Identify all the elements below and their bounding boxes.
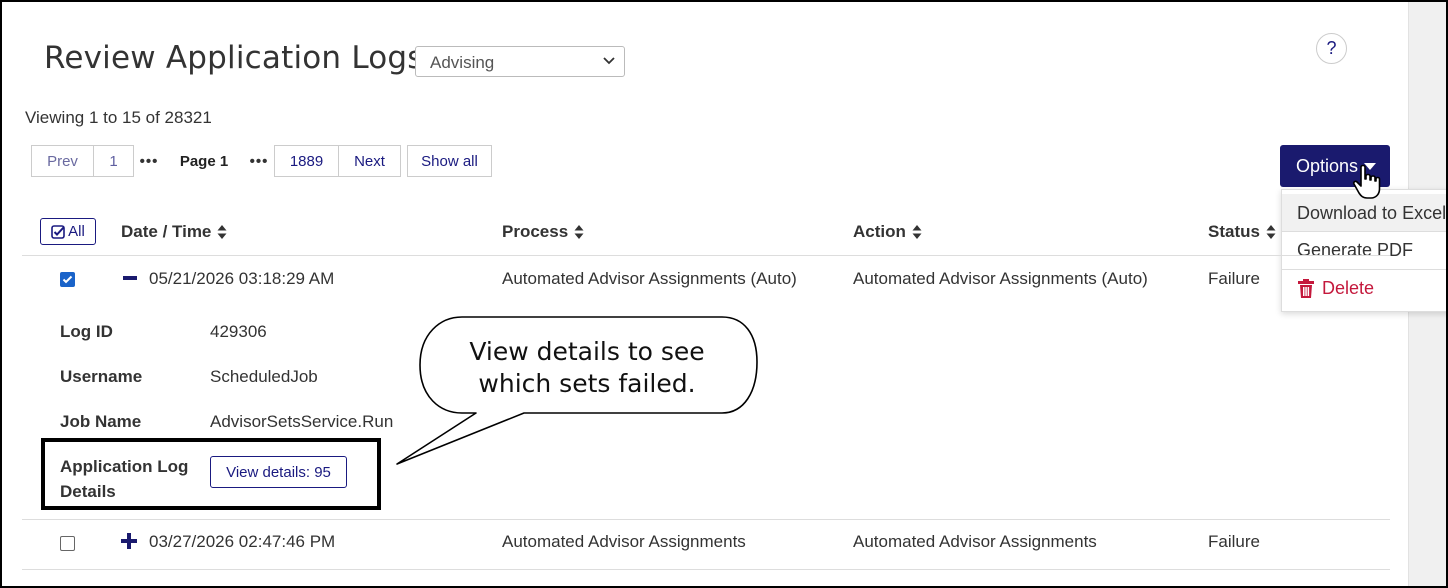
first-page-button[interactable]: 1 (94, 145, 134, 177)
options-menu: Download to Excel Generate PDF Delete (1281, 189, 1447, 312)
next-page-button[interactable]: Next (339, 145, 401, 177)
last-page-button[interactable]: 1889 (274, 145, 339, 177)
category-select[interactable]: Advising (415, 46, 625, 77)
viewing-count: Viewing 1 to 15 of 28321 (25, 108, 212, 127)
row-datetime: 05/21/2026 03:18:29 AM (149, 269, 335, 288)
current-page-label: Page 1 (179, 152, 229, 170)
row-status: Failure (1208, 532, 1260, 551)
row-status: Failure (1208, 269, 1260, 288)
page-title: Review Application Logs (44, 40, 424, 76)
row-divider (22, 569, 1390, 570)
collapse-minus-icon[interactable] (123, 271, 137, 285)
chevron-down-icon (603, 57, 615, 65)
select-all-label: All (68, 223, 85, 240)
column-header-datetime[interactable]: Date / Time (121, 222, 227, 242)
detail-value-username: ScheduledJob (210, 367, 318, 386)
detail-label-username: Username (60, 367, 143, 386)
pagination: Prev 1 ••• Page 1 ••• 1889 Next (31, 145, 401, 177)
row-action: Automated Advisor Assignments (853, 532, 1097, 551)
row-action: Automated Advisor Assignments (Auto) (853, 269, 1148, 288)
menu-item-delete[interactable]: Delete (1282, 269, 1446, 307)
menu-item-label: Download to Excel (1297, 202, 1447, 223)
callout-text: View details to see which sets failed. (422, 336, 752, 400)
callout-line-1: View details to see (469, 337, 705, 366)
menu-item-label: Delete (1322, 278, 1375, 298)
row-divider (22, 519, 1390, 520)
sort-icon (574, 225, 584, 239)
menu-item-label: Generate PDF (1297, 240, 1414, 260)
column-header-label: Process (502, 222, 569, 241)
row-process: Automated Advisor Assignments (Auto) (502, 269, 797, 288)
detail-label-log-id: Log ID (60, 322, 113, 341)
callout-line-2: which sets failed. (478, 369, 696, 398)
prev-page-button[interactable]: Prev (31, 145, 94, 177)
hand-cursor-icon (1352, 164, 1381, 199)
detail-label-job-name: Job Name (60, 412, 142, 431)
checkbox-checked-icon (51, 224, 65, 239)
app-frame: Review Application Logs Advising ? Viewi… (0, 0, 1448, 588)
sort-icon (217, 225, 227, 239)
row-checkbox-unchecked[interactable] (60, 536, 75, 551)
expand-plus-icon[interactable] (121, 533, 137, 549)
category-select-value: Advising (430, 53, 495, 72)
sort-icon (1266, 225, 1276, 239)
pager-ellipsis-left: ••• (139, 152, 159, 170)
annotation-highlight-box (41, 438, 381, 510)
detail-value-log-id: 429306 (210, 322, 267, 341)
column-header-label: Date / Time (121, 222, 212, 241)
detail-value-job-name: AdvisorSetsService.Run (210, 412, 394, 431)
column-header-label: Action (853, 222, 906, 241)
row-process: Automated Advisor Assignments (502, 532, 746, 551)
menu-item-generate-pdf[interactable]: Generate PDF (1282, 231, 1446, 269)
row-checkbox-checked[interactable] (60, 272, 75, 287)
column-header-action[interactable]: Action (853, 222, 922, 242)
select-all-button[interactable]: All (40, 218, 96, 245)
header-divider (22, 255, 1390, 256)
pager-ellipsis-right: ••• (249, 152, 269, 170)
options-label: Options (1296, 155, 1359, 176)
trash-icon (1298, 278, 1314, 298)
column-header-process[interactable]: Process (502, 222, 584, 242)
show-all-button[interactable]: Show all (407, 145, 492, 177)
column-header-status[interactable]: Status (1208, 222, 1276, 242)
column-header-label: Status (1208, 222, 1260, 241)
checkmark-icon (62, 275, 73, 284)
row-datetime: 03/27/2026 02:47:46 PM (149, 532, 336, 551)
sort-icon (912, 225, 922, 239)
help-button[interactable]: ? (1316, 33, 1347, 64)
